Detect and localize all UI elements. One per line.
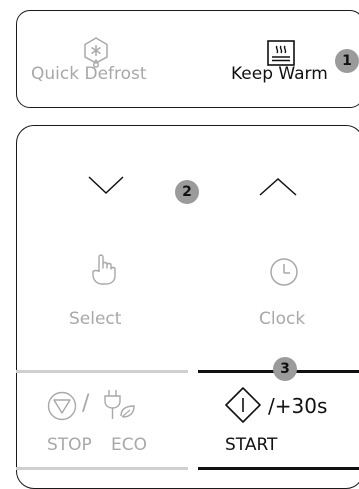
keep-warm-icon[interactable] bbox=[267, 40, 295, 66]
top-control-panel bbox=[16, 10, 359, 108]
clock-label[interactable]: Clock bbox=[259, 311, 305, 328]
stop-label[interactable]: STOP bbox=[47, 437, 92, 454]
callout-badge-2: 2 bbox=[175, 180, 199, 204]
plug-leaf-icon[interactable] bbox=[103, 389, 137, 421]
stop-eco-separator: / bbox=[82, 391, 90, 416]
plus-30s-label[interactable]: /+30s bbox=[268, 396, 327, 416]
start-label[interactable]: START bbox=[225, 437, 277, 454]
callout-badge-3: 3 bbox=[273, 357, 297, 381]
start-diamond-icon[interactable] bbox=[225, 387, 261, 423]
select-label[interactable]: Select bbox=[69, 311, 121, 328]
hand-pointer-icon[interactable] bbox=[90, 254, 118, 286]
stop-triangle-icon[interactable] bbox=[47, 391, 77, 421]
keep-warm-label[interactable]: Keep Warm bbox=[231, 66, 328, 83]
quick-defrost-label[interactable]: Quick Defrost bbox=[31, 66, 147, 83]
divider-bottom-left bbox=[16, 467, 188, 470]
chevron-up-icon[interactable] bbox=[259, 177, 297, 196]
divider-left bbox=[16, 370, 188, 373]
clock-icon[interactable] bbox=[269, 257, 299, 287]
chevron-down-icon[interactable] bbox=[88, 176, 124, 195]
callout-badge-1: 1 bbox=[335, 49, 359, 73]
eco-label[interactable]: ECO bbox=[111, 437, 147, 454]
divider-bottom-right bbox=[198, 467, 359, 470]
